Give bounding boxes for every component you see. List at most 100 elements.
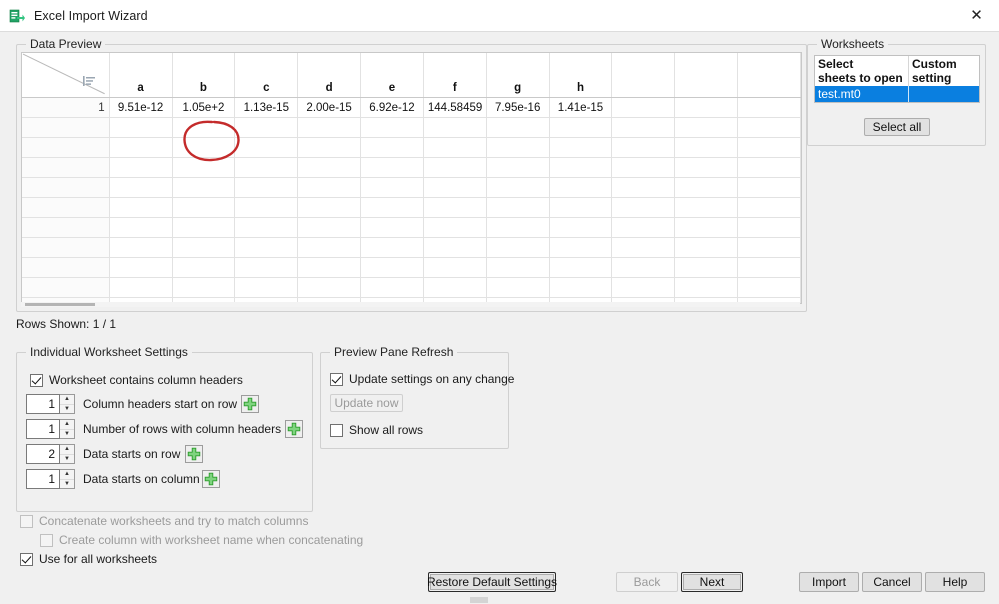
table-body[interactable]: 1 9.51e-12 1.05e+2 1.13e-15 2.00e-15 6.9… — [22, 97, 801, 303]
cell-empty[interactable] — [549, 217, 613, 238]
column-header-f[interactable]: f — [423, 53, 487, 98]
checkbox-icon[interactable] — [20, 552, 33, 566]
add-plus-icon-2[interactable] — [285, 420, 303, 438]
cell-a[interactable]: 9.51e-12 — [109, 97, 173, 118]
row-header-empty[interactable] — [22, 117, 110, 138]
scrollbar-thumb[interactable] — [25, 303, 95, 306]
cell-empty[interactable] — [486, 137, 550, 158]
cell-h[interactable]: 1.41e-15 — [549, 97, 613, 118]
column-header-g[interactable]: g — [486, 53, 550, 98]
cell-empty[interactable] — [737, 217, 801, 238]
cell-empty[interactable] — [486, 157, 550, 178]
cell-e[interactable]: 6.92e-12 — [360, 97, 424, 118]
cell-empty[interactable] — [109, 137, 173, 158]
stepper-down-icon[interactable]: ▼ — [60, 430, 74, 439]
column-header-empty-3[interactable] — [737, 53, 801, 98]
cell-empty[interactable] — [486, 277, 550, 298]
cell-empty[interactable] — [234, 197, 299, 218]
cell-empty[interactable] — [423, 237, 487, 258]
stepper-up-icon[interactable]: ▲ — [60, 470, 74, 480]
cell-empty[interactable] — [737, 277, 801, 298]
cell-empty[interactable] — [234, 157, 299, 178]
cell-empty[interactable] — [737, 237, 801, 258]
cell-empty[interactable] — [360, 137, 424, 158]
cell-empty[interactable] — [297, 197, 362, 218]
cell-empty[interactable] — [423, 157, 487, 178]
cell-empty[interactable] — [172, 277, 236, 298]
column-header-empty-1[interactable] — [611, 53, 676, 98]
cell-empty[interactable] — [611, 217, 676, 238]
table-row-empty[interactable] — [22, 177, 801, 198]
cell-empty[interactable] — [360, 217, 424, 238]
select-all-button[interactable]: Select all — [864, 118, 930, 136]
stepper-down-icon[interactable]: ▼ — [60, 455, 74, 464]
worksheet-name[interactable]: test.mt0 — [815, 86, 909, 102]
cell-empty[interactable] — [234, 237, 299, 258]
cell-empty[interactable] — [549, 117, 613, 138]
table-row-empty[interactable] — [22, 237, 801, 258]
table-row-empty[interactable] — [22, 117, 801, 138]
cell-empty[interactable] — [611, 197, 676, 218]
column-header-c[interactable]: c — [234, 53, 299, 98]
checkbox-icon[interactable] — [30, 373, 43, 387]
column-header-h[interactable]: h — [549, 53, 613, 98]
import-button[interactable]: Import — [799, 572, 859, 592]
cell-empty[interactable] — [423, 117, 487, 138]
stepper-arrows[interactable]: ▲ ▼ — [60, 394, 75, 414]
number-of-header-rows-input[interactable]: 1 — [26, 419, 60, 439]
cell-empty[interactable] — [172, 237, 236, 258]
cell-empty[interactable] — [360, 197, 424, 218]
cell-empty[interactable] — [674, 177, 739, 198]
table-row-empty[interactable] — [22, 157, 801, 178]
cell-empty[interactable] — [234, 177, 299, 198]
back-button[interactable]: Back — [616, 572, 678, 592]
cell-empty[interactable] — [549, 137, 613, 158]
cell-c[interactable]: 1.13e-15 — [234, 97, 299, 118]
cell-empty[interactable] — [486, 117, 550, 138]
cell-empty[interactable] — [486, 177, 550, 198]
cell-d[interactable]: 2.00e-15 — [297, 97, 362, 118]
worksheet-custom-setting[interactable] — [909, 86, 977, 102]
cell-empty[interactable] — [737, 137, 801, 158]
cell-empty[interactable] — [486, 257, 550, 278]
cell-empty[interactable] — [423, 197, 487, 218]
cancel-button[interactable]: Cancel — [862, 572, 922, 592]
cell-empty[interactable] — [109, 257, 173, 278]
cell-empty[interactable] — [737, 257, 801, 278]
show-all-rows-row[interactable]: Show all rows — [330, 423, 423, 437]
update-settings-on-change-row[interactable]: Update settings on any change — [330, 372, 514, 386]
add-plus-icon-3[interactable] — [185, 445, 203, 463]
cell-empty[interactable] — [611, 157, 676, 178]
cell-empty[interactable] — [674, 277, 739, 298]
cell-empty[interactable] — [109, 217, 173, 238]
row-header-empty[interactable] — [22, 277, 110, 298]
cell-empty[interactable] — [423, 177, 487, 198]
stepper-down-icon[interactable]: ▼ — [60, 480, 74, 489]
cell-empty[interactable] — [297, 277, 362, 298]
table-row-empty[interactable] — [22, 197, 801, 218]
worksheet-contains-headers-checkbox-row[interactable]: Worksheet contains column headers — [30, 373, 243, 387]
window-bottom-scrollbar[interactable] — [0, 596, 999, 604]
column-header-a[interactable]: a — [109, 53, 173, 98]
table-corner-cell[interactable] — [22, 53, 110, 98]
cell-empty[interactable] — [611, 257, 676, 278]
cell-empty[interactable] — [549, 257, 613, 278]
close-icon[interactable]: ✕ — [954, 0, 999, 30]
column-headers-start-row-input[interactable]: 1 — [26, 394, 60, 414]
cell-empty[interactable] — [674, 197, 739, 218]
cell-empty[interactable] — [109, 197, 173, 218]
stepper-up-icon[interactable]: ▲ — [60, 420, 74, 430]
row-header-empty[interactable] — [22, 137, 110, 158]
row-header-empty[interactable] — [22, 197, 110, 218]
help-button[interactable]: Help — [925, 572, 985, 592]
cell-empty[interactable] — [611, 117, 676, 138]
cell-empty-1[interactable] — [611, 97, 676, 118]
column-header-e[interactable]: e — [360, 53, 424, 98]
row-header-empty[interactable] — [22, 217, 110, 238]
cell-empty[interactable] — [234, 257, 299, 278]
number-of-header-rows-stepper[interactable]: 1 ▲ ▼ — [26, 419, 75, 439]
cell-empty[interactable] — [297, 217, 362, 238]
cell-empty[interactable] — [674, 257, 739, 278]
cell-empty[interactable] — [486, 237, 550, 258]
add-plus-icon-1[interactable] — [241, 395, 259, 413]
